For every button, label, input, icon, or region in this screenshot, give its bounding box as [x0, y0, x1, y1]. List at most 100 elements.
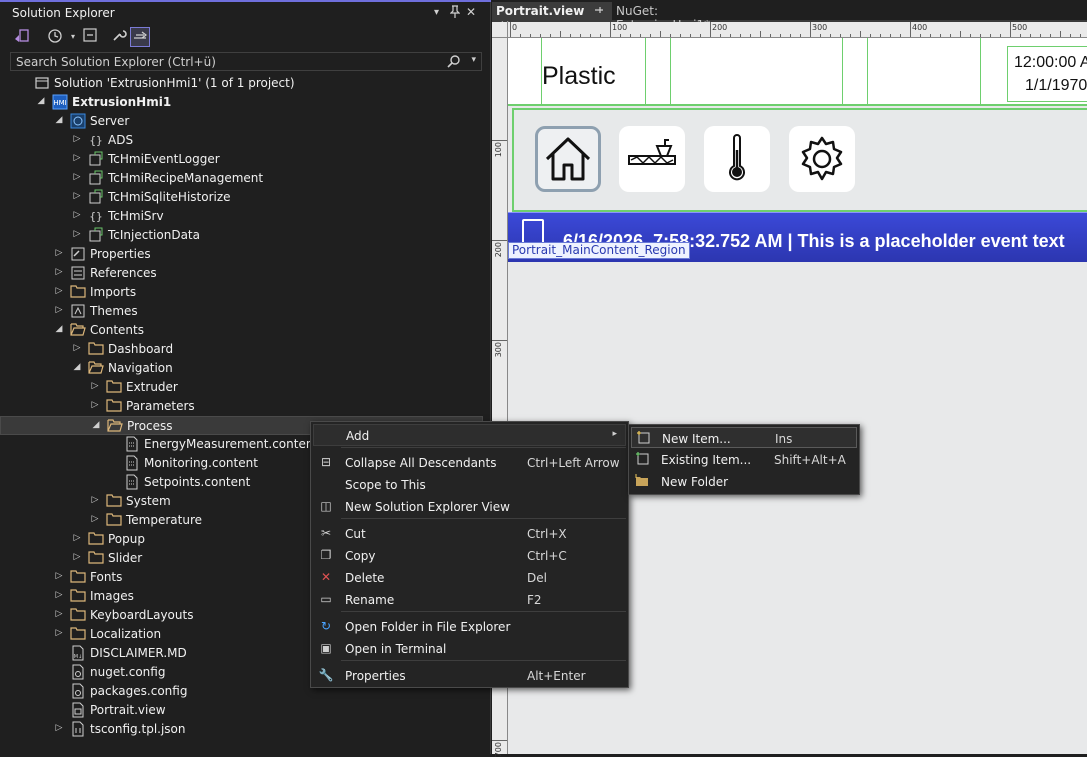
settings-nav-button[interactable] [789, 126, 855, 192]
submenu-item-existing-item[interactable]: Existing Item... Shift+Alt+A [631, 449, 857, 470]
menu-item-scope-to-this[interactable]: Scope to This [313, 474, 626, 496]
header-title[interactable]: Plastic [542, 62, 616, 91]
expand-arrow-icon[interactable]: ▷ [90, 400, 100, 410]
collapse-all-icon[interactable] [80, 27, 100, 47]
tree-item[interactable]: ◢ HMI ExtrusionHmi1 [0, 93, 483, 112]
expand-arrow-icon[interactable]: ▷ [54, 723, 64, 733]
wrench-icon: 🔧 [318, 668, 334, 682]
collapse-arrow-icon[interactable]: ◢ [54, 115, 64, 125]
tree-item[interactable]: ▷ {} ADS [0, 131, 483, 150]
menu-item-collapse-all-descendants[interactable]: ⊟ Collapse All Descendants Ctrl+Left Arrow [313, 452, 626, 474]
submenu-item-new-folder[interactable]: New Folder [631, 471, 857, 492]
clock-display[interactable]: 12:00:00 A 1/1/1970 [1007, 46, 1087, 102]
extruder-nav-button[interactable] [619, 126, 685, 192]
temperature-nav-button[interactable] [704, 126, 770, 192]
ruler-tick [810, 22, 811, 37]
search-icon[interactable] [447, 54, 461, 72]
menu-item-rename[interactable]: ▭ Rename F2 [313, 589, 626, 611]
extension-icon [88, 170, 104, 186]
menu-item-properties[interactable]: 🔧 Properties Alt+Enter [313, 665, 626, 687]
expand-arrow-icon[interactable]: ▷ [54, 628, 64, 638]
menu-item-open-folder-in-file-explorer[interactable]: ↻ Open Folder in File Explorer [313, 616, 626, 638]
switch-views-icon[interactable] [12, 27, 32, 47]
hmi-header-region[interactable]: Plastic 12:00:00 A 1/1/1970 [508, 38, 1087, 106]
tree-item[interactable]: ▷ {} TcHmiSrv [0, 207, 483, 226]
tree-item[interactable]: ▷ Imports [0, 283, 483, 302]
expand-arrow-icon[interactable]: ▷ [72, 552, 82, 562]
collapse-arrow-icon[interactable]: ◢ [54, 324, 64, 334]
ruler-minor-tick [740, 34, 741, 37]
collapse-arrow-icon[interactable]: ◢ [36, 96, 46, 106]
home-nav-button[interactable] [535, 126, 601, 192]
preview-selected-items-icon[interactable] [130, 27, 150, 47]
expand-arrow-icon[interactable]: ▷ [72, 229, 82, 239]
expand-arrow-icon[interactable]: ▷ [54, 248, 64, 258]
tab-portrait-view[interactable]: Portrait.view ✕ [492, 2, 612, 32]
expand-arrow-icon[interactable]: ▷ [90, 514, 100, 524]
tree-item[interactable]: ▷ Extruder [0, 378, 483, 397]
expand-arrow-icon[interactable]: ▷ [54, 267, 64, 277]
ruler-minor-tick [940, 34, 941, 37]
menu-item-delete[interactable]: ✕ Delete Del [313, 567, 626, 589]
tree-item[interactable]: ▷ tsconfig.tpl.json [0, 720, 483, 739]
menu-item-copy[interactable]: ❐ Copy Ctrl+C [313, 545, 626, 567]
submenu-item-new-item[interactable]: New Item... Ins [631, 427, 857, 448]
menu-item-open-in-terminal[interactable]: ▣ Open in Terminal [313, 638, 626, 660]
tree-item[interactable]: ◢ Navigation [0, 359, 483, 378]
expand-arrow-icon[interactable]: ▷ [72, 210, 82, 220]
region-label[interactable]: Portrait_MainContent_Region [508, 242, 690, 259]
expand-arrow-icon[interactable]: ▷ [72, 153, 82, 163]
pin-tab-icon[interactable] [594, 4, 604, 18]
tree-item[interactable]: ▷ TcHmiEventLogger [0, 150, 483, 169]
folder-icon [106, 398, 122, 414]
json-file-icon [70, 721, 86, 737]
grid-line [670, 38, 671, 106]
expand-arrow-icon[interactable]: ▷ [54, 590, 64, 600]
ruler-minor-tick [950, 34, 951, 37]
collapse-arrow-icon[interactable]: ◢ [91, 420, 101, 430]
expand-arrow-icon[interactable]: ▷ [54, 286, 64, 296]
tree-item[interactable]: ▷ Properties [0, 245, 483, 264]
menu-item-label: Delete [345, 571, 385, 585]
dropdown-icon[interactable]: ▾ [434, 7, 439, 18]
expand-arrow-icon[interactable]: ▷ [72, 191, 82, 201]
tree-item[interactable]: Portrait.view [0, 701, 483, 720]
search-options-icon[interactable]: ▾ [471, 55, 476, 65]
tab-nuget[interactable]: NuGet: ExtrusionHmi1* [612, 2, 752, 32]
search-solution-explorer-input[interactable]: Search Solution Explorer (Ctrl+ü) ▾ [10, 52, 482, 71]
ruler-label: 200 [494, 242, 503, 258]
expand-arrow-icon[interactable]: ▷ [54, 305, 64, 315]
collapse-arrow-icon[interactable]: ◢ [72, 362, 82, 372]
tree-item[interactable]: ▷ TcHmiSqliteHistorize [0, 188, 483, 207]
tree-item[interactable]: ▷ Dashboard [0, 340, 483, 359]
expand-arrow-icon[interactable]: ▷ [54, 571, 64, 581]
tree-item[interactable]: ▷ Themes [0, 302, 483, 321]
history-icon[interactable] [45, 27, 65, 47]
tree-item[interactable]: Solution 'ExtrusionHmi1' (1 of 1 project… [0, 74, 483, 93]
expand-arrow-icon[interactable]: ▷ [72, 134, 82, 144]
tree-item[interactable]: ◢ Contents [0, 321, 483, 340]
menu-item-add[interactable]: Add ▸ [313, 424, 626, 446]
tree-item[interactable]: ▷ Parameters [0, 397, 483, 416]
tree-item[interactable]: ▷ References [0, 264, 483, 283]
close-icon[interactable]: ✕ [466, 5, 476, 19]
expand-arrow-icon[interactable]: ▷ [54, 609, 64, 619]
expand-arrow-icon[interactable]: ▷ [90, 381, 100, 391]
expand-arrow-icon[interactable]: ▷ [90, 495, 100, 505]
folder-icon [70, 607, 86, 623]
folder-icon [88, 550, 104, 566]
menu-item-shortcut: Ctrl+Left Arrow [527, 456, 620, 470]
ruler-minor-tick [970, 34, 971, 37]
menu-item-cut[interactable]: ✂ Cut Ctrl+X [313, 523, 626, 545]
properties-wrench-icon[interactable] [109, 27, 129, 47]
pin-icon[interactable] [449, 5, 461, 22]
tree-item[interactable]: ▷ TcInjectionData [0, 226, 483, 245]
tree-item-label: References [90, 266, 157, 280]
expand-arrow-icon[interactable]: ▷ [72, 343, 82, 353]
expand-arrow-icon[interactable]: ▷ [72, 172, 82, 182]
tree-item[interactable]: ▷ TcHmiRecipeManagement [0, 169, 483, 188]
tree-item[interactable]: ◢ Server [0, 112, 483, 131]
expand-arrow-icon[interactable]: ▷ [72, 533, 82, 543]
search-placeholder: Search Solution Explorer (Ctrl+ü) [16, 55, 216, 69]
menu-item-new-solution-explorer-view[interactable]: ◫ New Solution Explorer View [313, 496, 626, 518]
